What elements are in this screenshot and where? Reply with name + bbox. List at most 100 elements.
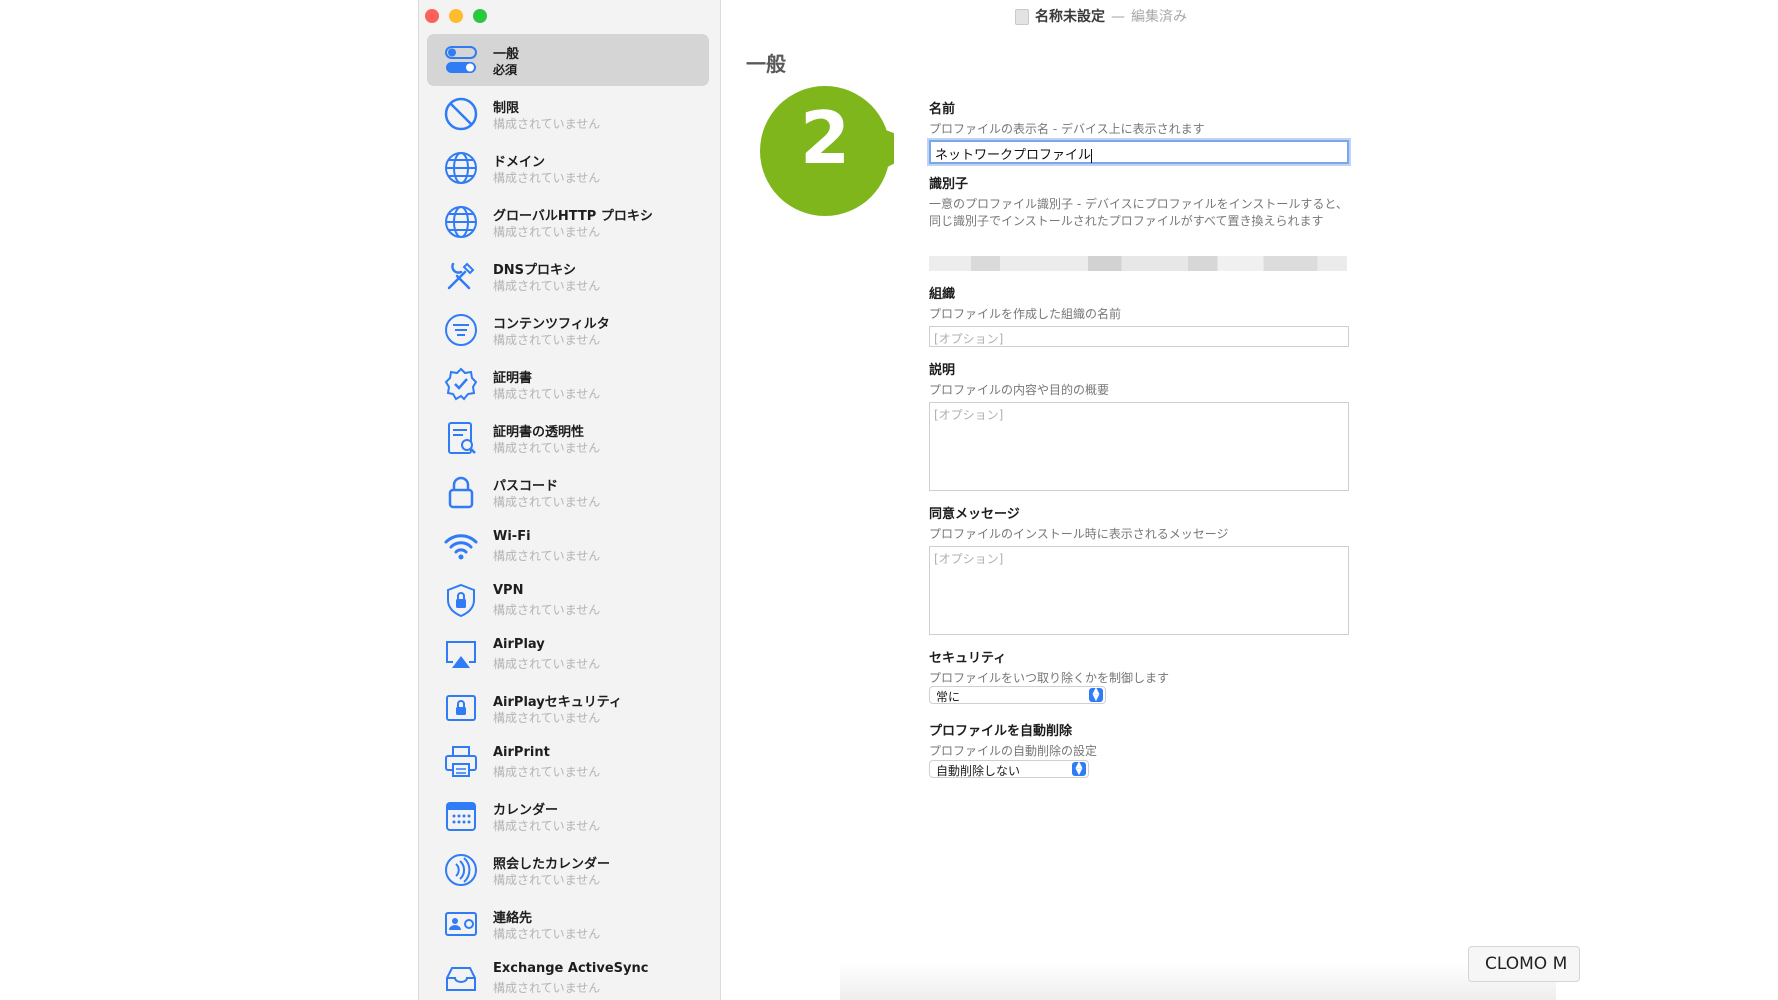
sidebar-item-label: 証明書の透明性 xyxy=(493,425,585,440)
step-number: 2 xyxy=(799,96,851,180)
sidebar-item-status: 構成されていません xyxy=(493,495,601,509)
sidebar-item-global-http-proxy[interactable]: グローバルHTTP プロキシ 構成されていません xyxy=(427,196,709,248)
sidebar-item-airplay-security[interactable]: AirPlayセキュリティ 構成されていません xyxy=(427,682,709,734)
sidebar-item-contacts[interactable]: 連絡先 構成されていません xyxy=(427,898,709,950)
text-caret xyxy=(1091,148,1093,163)
description-description: プロファイルの内容や目的の概要 xyxy=(929,383,1110,397)
sidebar-item-status: 構成されていません xyxy=(493,657,601,671)
organization-placeholder: [オプション] xyxy=(934,332,1004,346)
sidebar-item-label: グローバルHTTP プロキシ xyxy=(493,209,653,224)
auto-remove-popup[interactable]: 自動削除しない ▲ ▼ xyxy=(929,760,1089,778)
description-label: 説明 xyxy=(929,363,956,378)
globe-icon xyxy=(443,150,479,186)
sidebar-item-vpn[interactable]: VPN 構成されていません xyxy=(427,574,709,626)
security-popup[interactable]: 常に ▲ ▼ xyxy=(929,686,1106,704)
tooltip: CLOMO M xyxy=(1468,946,1580,982)
sidebar-item-airprint[interactable]: AirPrint 構成されていません xyxy=(427,736,709,788)
sidebar-item-status: 必須 xyxy=(493,63,518,77)
certificate-badge-icon xyxy=(443,366,479,402)
sidebar-item-label: 照会したカレンダー xyxy=(493,857,611,872)
sidebar-item-status: 構成されていません xyxy=(493,333,601,347)
sidebar-item-label: AirPlayセキュリティ xyxy=(493,695,622,710)
identifier-value-redacted[interactable] xyxy=(929,256,1347,271)
sidebar-item-label: VPN xyxy=(493,583,524,598)
identifier-description: 一意のプロファイル識別子 - デバイスにプロファイルをインストールすると、同じ識… xyxy=(929,197,1348,228)
sidebar-item-label: ドメイン xyxy=(493,155,546,170)
sidebar-item-label: Wi-Fi xyxy=(493,529,531,544)
bottom-shadow xyxy=(840,962,1560,1000)
organization-input[interactable]: [オプション] xyxy=(929,326,1349,347)
prohibited-icon xyxy=(443,96,479,132)
tray-icon xyxy=(443,960,479,996)
sidebar-item-label: コンテンツフィルタ xyxy=(493,317,610,332)
minimize-window-button[interactable] xyxy=(449,9,463,23)
sidebar-item-passcode[interactable]: パスコード 構成されていません xyxy=(427,466,709,518)
sidebar-item-status: 構成されていません xyxy=(493,225,601,239)
sidebar-item-status: 構成されていません xyxy=(493,441,601,455)
sidebar-item-content-filter[interactable]: コンテンツフィルタ 構成されていません xyxy=(427,304,709,356)
consent-description: プロファイルのインストール時に表示されるメッセージ xyxy=(929,527,1229,541)
sidebar-item-general[interactable]: 一般 必須 xyxy=(427,34,709,86)
sidebar-item-status: 構成されていません xyxy=(493,927,601,941)
sidebar-item-label: AirPlay xyxy=(493,637,545,652)
sidebar-item-status: 構成されていません xyxy=(493,549,601,563)
broadcast-icon xyxy=(443,852,479,888)
zoom-window-button[interactable] xyxy=(473,9,487,23)
auto-remove-description: プロファイルの自動削除の設定 xyxy=(929,744,1098,758)
name-input[interactable]: ネットワークプロファイル xyxy=(929,140,1349,164)
sidebar-item-status: 構成されていません xyxy=(493,279,601,293)
chevron-up-down-icon: ▲ ▼ xyxy=(1072,761,1086,777)
close-window-button[interactable] xyxy=(425,9,439,23)
window-title-status: 編集済み xyxy=(1131,9,1187,25)
sidebar-item-status: 構成されていません xyxy=(493,981,601,995)
description-field-group: 説明 プロファイルの内容や目的の概要 xyxy=(929,359,1349,399)
identifier-field-group: 識別子 一意のプロファイル識別子 - デバイスにプロファイルをインストールすると… xyxy=(929,173,1349,230)
sidebar-item-status: 構成されていません xyxy=(493,765,601,779)
sidebar-item-wifi[interactable]: Wi-Fi 構成されていません xyxy=(427,520,709,572)
security-field-group: セキュリティ プロファイルをいつ取り除くかを制御します xyxy=(929,647,1349,687)
tools-icon xyxy=(443,258,479,294)
sidebar-item-calendar[interactable]: カレンダー 構成されていません xyxy=(427,790,709,842)
window-title-name: 名称未設定 xyxy=(1035,9,1105,25)
sidebar-item-label: AirPrint xyxy=(493,745,550,760)
security-label: セキュリティ xyxy=(929,651,1007,666)
name-input-value: ネットワークプロファイル xyxy=(935,148,1092,163)
description-placeholder: [オプション] xyxy=(934,408,1004,422)
sidebar-item-label: パスコード xyxy=(493,479,559,494)
security-description: プロファイルをいつ取り除くかを制御します xyxy=(929,671,1170,685)
filter-icon xyxy=(443,312,479,348)
profile-editor-window: 一般 必須 制限 構成されていません ドメイン 構成されていません グローバルH… xyxy=(418,0,1557,1000)
sidebar-item-certificates[interactable]: 証明書 構成されていません xyxy=(427,358,709,410)
sidebar-item-subscribed-calendars[interactable]: 照会したカレンダー 構成されていません xyxy=(427,844,709,896)
sidebar-item-status: 構成されていません xyxy=(493,171,601,185)
sidebar-item-label: Exchange ActiveSync xyxy=(493,961,649,976)
toggle-icon xyxy=(443,42,479,78)
description-textarea[interactable]: [オプション] xyxy=(929,402,1349,491)
sidebar-item-exchange-activesync[interactable]: Exchange ActiveSync 構成されていません xyxy=(427,952,709,1000)
sidebar-item-status: 構成されていません xyxy=(493,117,601,131)
sidebar-item-label: 制限 xyxy=(493,101,520,116)
organization-field-group: 組織 プロファイルを作成した組織の名前 xyxy=(929,283,1349,323)
sidebar-item-domains[interactable]: ドメイン 構成されていません xyxy=(427,142,709,194)
sidebar-item-airplay[interactable]: AirPlay 構成されていません xyxy=(427,628,709,680)
security-popup-value: 常に xyxy=(936,690,961,704)
consent-placeholder: [オプション] xyxy=(934,552,1004,566)
sidebar-item-status: 構成されていません xyxy=(493,711,601,725)
printer-icon xyxy=(443,744,479,780)
sidebar-item-status: 構成されていません xyxy=(493,873,601,887)
auto-remove-label: プロファイルを自動削除 xyxy=(929,724,1073,739)
name-description: プロファイルの表示名 - デバイス上に表示されます xyxy=(929,122,1205,136)
airplay-icon xyxy=(443,636,479,672)
sidebar-item-status: 構成されていません xyxy=(493,603,601,617)
sidebar-item-certificate-transparency[interactable]: 証明書の透明性 構成されていません xyxy=(427,412,709,464)
sidebar-item-dns-proxy[interactable]: DNSプロキシ 構成されていません xyxy=(427,250,709,302)
consent-field-group: 同意メッセージ プロファイルのインストール時に表示されるメッセージ xyxy=(929,503,1349,543)
contact-card-icon xyxy=(443,906,479,942)
sidebar: 一般 必須 制限 構成されていません ドメイン 構成されていません グローバルH… xyxy=(419,0,721,1000)
sidebar-item-restrictions[interactable]: 制限 構成されていません xyxy=(427,88,709,140)
consent-textarea[interactable]: [オプション] xyxy=(929,546,1349,635)
sidebar-item-status: 構成されていません xyxy=(493,819,601,833)
organization-label: 組織 xyxy=(929,287,956,302)
section-title: 一般 xyxy=(746,52,786,76)
page-margin xyxy=(1556,0,1778,1000)
